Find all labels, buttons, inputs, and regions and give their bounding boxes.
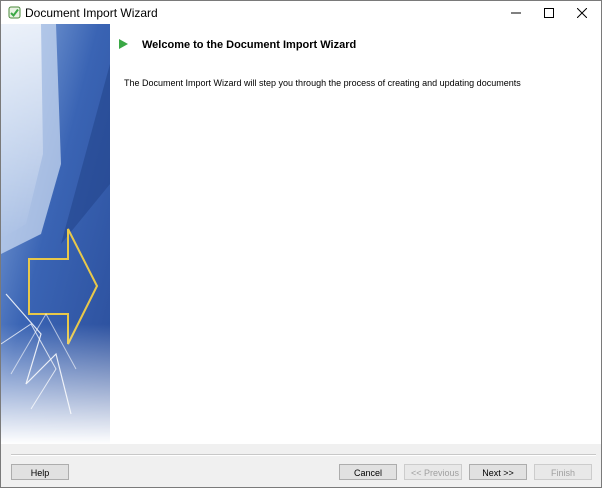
next-button[interactable]: Next >> [469,464,527,480]
footer-divider [11,454,596,456]
close-button[interactable] [565,1,599,24]
previous-button[interactable]: << Previous [404,464,462,480]
wizard-window: Document Import Wizard Welcome to the Do… [0,0,602,488]
help-button[interactable]: Help [11,464,69,480]
window-title: Document Import Wizard [25,6,158,20]
green-play-icon [119,39,128,49]
wizard-banner-image [1,24,110,444]
minimize-icon [511,12,521,13]
finish-button[interactable]: Finish [534,464,592,480]
minimize-button[interactable] [499,1,533,24]
content-panel: Welcome to the Document Import Wizard Th… [110,24,601,444]
page-title: Welcome to the Document Import Wizard [142,39,357,51]
app-icon [8,6,21,19]
description-text: The Document Import Wizard will step you… [124,78,521,88]
close-icon [577,7,587,18]
maximize-button[interactable] [532,1,566,24]
title-bar[interactable]: Document Import Wizard [1,1,601,24]
maximize-icon [544,7,554,18]
button-bar: Help Cancel << Previous Next >> Finish [1,444,601,487]
cancel-button[interactable]: Cancel [339,464,397,480]
